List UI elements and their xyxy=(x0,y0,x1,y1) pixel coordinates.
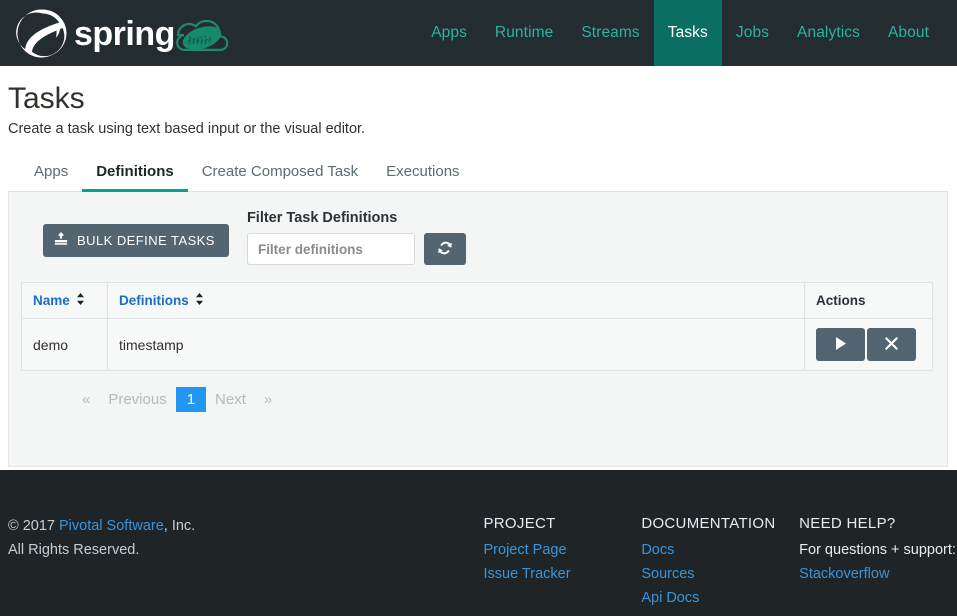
footer-link-sources[interactable]: Sources xyxy=(641,563,799,587)
page-subtitle: Create a task using text based input or … xyxy=(8,121,366,137)
pagination: « Previous 1 Next » xyxy=(21,387,935,412)
footer-link-api-docs[interactable]: Api Docs xyxy=(641,587,799,611)
tab-bar: Apps Definitions Create Composed Task Ex… xyxy=(8,159,948,192)
bulk-define-tasks-label: BULK DEFINE TASKS xyxy=(77,233,215,248)
pagination-last[interactable]: » xyxy=(255,387,281,412)
footer-heading-need-help: NEED HELP? xyxy=(799,515,896,532)
column-header-actions: Actions xyxy=(804,282,933,319)
nav-item-tasks[interactable]: Tasks xyxy=(653,0,722,66)
footer-rights: All Rights Reserved. xyxy=(8,541,140,558)
pagination-next[interactable]: Next xyxy=(206,387,255,412)
cell-task-name: demo xyxy=(21,318,108,371)
tab-create-composed-task[interactable]: Create Composed Task xyxy=(188,159,372,192)
main-nav: Apps Runtime Streams Tasks Jobs Analytic… xyxy=(417,0,957,66)
upload-icon xyxy=(54,232,68,249)
nav-item-about[interactable]: About xyxy=(874,0,943,66)
destroy-task-button[interactable] xyxy=(867,328,916,361)
play-icon xyxy=(835,336,847,353)
brand-wordmark: spring xyxy=(74,15,175,53)
footer-link-project-page[interactable]: Project Page xyxy=(484,539,642,563)
footer-support-text: For questions + support: xyxy=(799,542,956,558)
footer-heading-documentation: DOCUMENTATION xyxy=(641,515,776,532)
page-title: Tasks xyxy=(8,82,85,115)
launch-task-button[interactable] xyxy=(816,328,865,361)
column-header-definitions-label: Definitions xyxy=(119,293,189,308)
nav-item-runtime[interactable]: Runtime xyxy=(481,0,567,66)
top-navigation-bar: spring 01011 Apps Runtime Streams Tasks … xyxy=(0,0,957,66)
pagination-first[interactable]: « xyxy=(73,387,99,412)
nav-item-analytics[interactable]: Analytics xyxy=(783,0,874,66)
pagination-previous[interactable]: Previous xyxy=(99,387,175,412)
close-icon xyxy=(885,336,898,353)
spring-cloud-dataflow-logo: 01011 xyxy=(176,19,229,51)
footer-copyright-block: © 2017 Pivotal Software, Inc. All Rights… xyxy=(0,515,484,616)
sort-icon xyxy=(195,293,204,308)
sort-icon xyxy=(76,293,85,308)
pagination-page-1[interactable]: 1 xyxy=(175,387,207,412)
table-header-row: Name Definitions Actions xyxy=(21,282,933,319)
refresh-button[interactable] xyxy=(423,233,466,265)
spring-leaf-logo: spring 01011 xyxy=(16,9,229,58)
brand-logo-group[interactable]: spring 01011 xyxy=(0,0,242,66)
cell-actions xyxy=(804,318,933,371)
task-definitions-table: Name Definitions Actions demo timestamp xyxy=(21,282,933,371)
copyright-suffix: , Inc. xyxy=(163,518,196,534)
page-footer: © 2017 Pivotal Software, Inc. All Rights… xyxy=(0,470,957,616)
column-header-name[interactable]: Name xyxy=(21,282,108,319)
tab-executions[interactable]: Executions xyxy=(372,159,473,192)
cell-task-definition: timestamp xyxy=(107,318,805,371)
copyright-prefix: © 2017 xyxy=(8,518,59,534)
pivotal-software-link[interactable]: Pivotal Software xyxy=(59,518,164,534)
footer-column-need-help: NEED HELP? For questions + support: Stac… xyxy=(799,515,957,616)
footer-column-project: PROJECT Project Page Issue Tracker xyxy=(484,515,642,616)
refresh-icon xyxy=(437,240,453,259)
nav-item-apps[interactable]: Apps xyxy=(417,0,481,66)
filter-group: Filter Task Definitions xyxy=(246,210,466,265)
footer-link-docs[interactable]: Docs xyxy=(641,539,799,563)
nav-item-streams[interactable]: Streams xyxy=(567,0,653,66)
column-header-name-label: Name xyxy=(33,293,70,308)
footer-heading-project: PROJECT xyxy=(483,515,556,532)
footer-copyright-line: © 2017 Pivotal Software, Inc. xyxy=(8,515,484,539)
column-header-definitions[interactable]: Definitions xyxy=(107,282,805,319)
footer-link-issue-tracker[interactable]: Issue Tracker xyxy=(484,563,642,587)
tab-definitions[interactable]: Definitions xyxy=(82,159,188,192)
filter-label: Filter Task Definitions xyxy=(246,210,398,226)
filter-definitions-input[interactable] xyxy=(246,233,415,265)
footer-column-documentation: DOCUMENTATION Docs Sources Api Docs xyxy=(641,515,799,616)
bulk-define-tasks-button[interactable]: BULK DEFINE TASKS xyxy=(43,224,229,257)
footer-link-stackoverflow[interactable]: Stackoverflow xyxy=(799,563,957,587)
task-definitions-panel: BULK DEFINE TASKS Filter Task Definition… xyxy=(8,192,948,467)
page-header: Tasks Create a task using text based inp… xyxy=(0,66,957,137)
toolbar: BULK DEFINE TASKS Filter Task Definition… xyxy=(21,210,935,265)
tab-apps[interactable]: Apps xyxy=(20,159,82,192)
table-row: demo timestamp xyxy=(21,318,933,371)
nav-item-jobs[interactable]: Jobs xyxy=(722,0,783,66)
